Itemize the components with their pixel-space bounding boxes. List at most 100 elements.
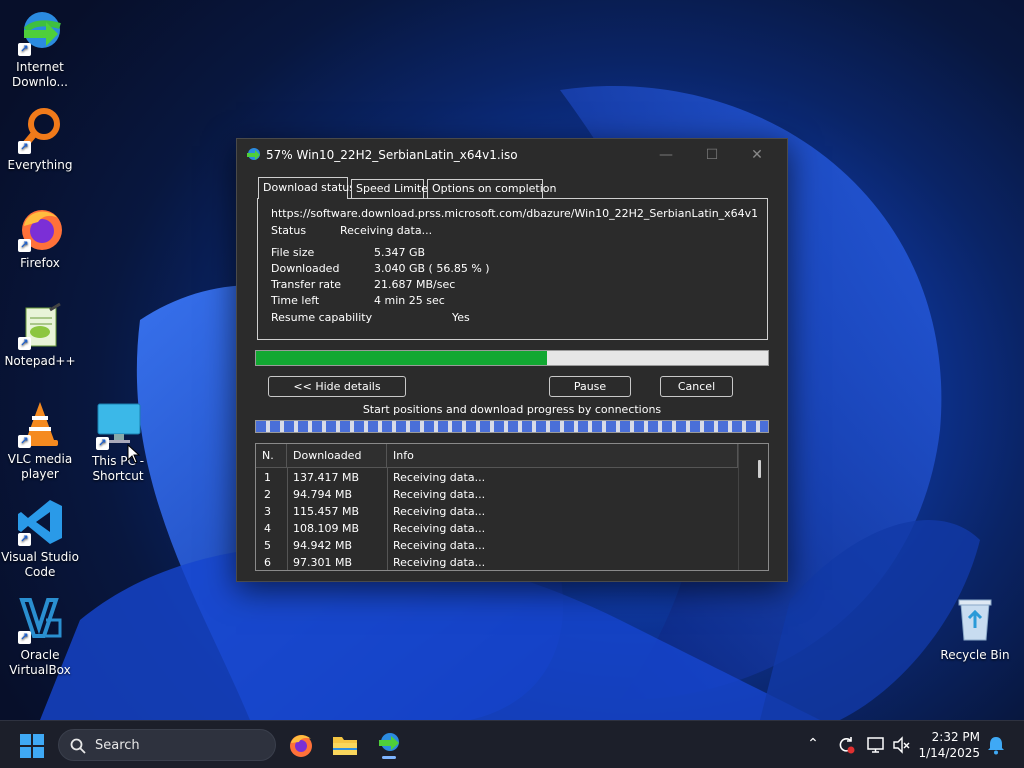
transfer-rate-label: Transfer rate bbox=[271, 278, 342, 291]
table-row-n: 5 bbox=[264, 539, 271, 552]
shortcut-arrow-icon: ↗ bbox=[18, 337, 31, 350]
connections-segment-bar bbox=[255, 420, 769, 433]
column-header-n[interactable]: N. bbox=[256, 444, 287, 468]
connections-table[interactable]: N. Downloaded Info 1 137.417 MB Receivin… bbox=[255, 443, 769, 571]
taskbar-search-box[interactable]: Search bbox=[58, 729, 276, 761]
desktop-icon-label: VLC media player bbox=[7, 452, 73, 481]
download-progress-window[interactable]: 57% Win10_22H2_SerbianLatin_x64v1.iso — … bbox=[236, 138, 788, 582]
desktop-icon-label: Visual Studio Code bbox=[1, 550, 79, 579]
status-value: Receiving data... bbox=[340, 224, 433, 237]
maximize-button[interactable]: ☐ bbox=[697, 144, 727, 166]
table-row-info: Receiving data... bbox=[393, 488, 486, 501]
table-row-downloaded: 94.942 MB bbox=[293, 539, 353, 552]
progress-fill bbox=[256, 351, 548, 365]
mouse-cursor-icon bbox=[127, 444, 141, 464]
file-size-value: 5.347 GB bbox=[374, 246, 426, 259]
desktop-icon-notepadpp[interactable]: ↗ Notepad++ bbox=[0, 302, 80, 369]
tray-sync-icon[interactable] bbox=[836, 735, 856, 755]
desktop-icon-this-pc[interactable]: ↗ This PC - Shortcut bbox=[78, 402, 158, 484]
sync-icon bbox=[839, 737, 855, 754]
desktop-icon-recycle-bin[interactable]: Recycle Bin bbox=[935, 596, 1015, 663]
desktop-icon-firefox[interactable]: ↗ Firefox bbox=[0, 204, 80, 271]
active-app-indicator bbox=[382, 756, 396, 759]
desktop-icon-idm[interactable]: ↗ Internet Downlo... bbox=[0, 8, 80, 90]
table-row-n: 1 bbox=[264, 471, 271, 484]
download-url: https://software.download.prss.microsoft… bbox=[271, 207, 757, 220]
downloaded-label: Downloaded bbox=[271, 262, 340, 275]
pause-button[interactable]: Pause bbox=[549, 376, 631, 397]
minimize-button[interactable]: — bbox=[651, 144, 681, 166]
file-size-label: File size bbox=[271, 246, 315, 259]
table-row-downloaded: 115.457 MB bbox=[293, 505, 360, 518]
tab-options-on-completion[interactable]: Options on completion bbox=[427, 179, 557, 198]
table-scrollbar[interactable] bbox=[738, 444, 768, 570]
idm-app-icon bbox=[245, 147, 261, 163]
volume-muted-icon bbox=[893, 736, 910, 754]
network-icon bbox=[867, 737, 884, 753]
recycle-bin-icon bbox=[951, 596, 999, 644]
column-divider bbox=[287, 468, 288, 570]
taskbar-idm-button[interactable] bbox=[376, 731, 402, 759]
taskbar: Search ⌃ 2:32 PM 1/14/2025 bbox=[0, 720, 1024, 768]
tab-speed-limiter[interactable]: Speed Limiter bbox=[351, 179, 433, 198]
desktop-icon-label: Notepad++ bbox=[4, 354, 76, 368]
desktop-icon-label: Oracle VirtualBox bbox=[9, 648, 71, 677]
transfer-rate-value: 21.687 MB/sec bbox=[374, 278, 456, 291]
table-row-info: Receiving data... bbox=[393, 471, 486, 484]
table-row-info: Receiving data... bbox=[393, 505, 486, 518]
table-row-n: 4 bbox=[264, 522, 271, 535]
table-row-info: Receiving data... bbox=[393, 522, 486, 535]
status-label: Status bbox=[271, 224, 307, 237]
download-status-panel: https://software.download.prss.microsoft… bbox=[257, 198, 768, 340]
magnifier-icon: ↗ bbox=[16, 106, 64, 154]
tray-clock[interactable]: 2:32 PM 1/14/2025 bbox=[918, 729, 980, 761]
desktop-icon-everything[interactable]: ↗ Everything bbox=[0, 106, 80, 173]
shortcut-arrow-icon: ↗ bbox=[18, 533, 31, 546]
chevron-up-icon: ⌃ bbox=[807, 736, 819, 752]
tray-volume-icon[interactable] bbox=[892, 735, 912, 755]
vlc-cone-icon: ↗ bbox=[16, 400, 64, 448]
window-titlebar[interactable]: 57% Win10_22H2_SerbianLatin_x64v1.iso — … bbox=[237, 139, 787, 171]
taskbar-firefox-button[interactable] bbox=[288, 732, 314, 758]
window-title: 57% Win10_22H2_SerbianLatin_x64v1.iso bbox=[266, 148, 518, 162]
notepad-plus-plus-icon: ↗ bbox=[16, 302, 64, 350]
hide-details-button[interactable]: << Hide details bbox=[268, 376, 406, 397]
connections-title: Start positions and download progress by… bbox=[362, 403, 662, 416]
desktop-icon-label: Everything bbox=[7, 158, 73, 172]
notifications-button[interactable] bbox=[987, 735, 1007, 755]
downloaded-value: 3.040 GB ( 56.85 % ) bbox=[374, 262, 490, 275]
scrollbar-thumb[interactable] bbox=[758, 460, 761, 478]
desktop-icon-vlc[interactable]: ↗ VLC media player bbox=[0, 400, 80, 482]
virtualbox-icon: ↗ bbox=[16, 596, 64, 644]
resume-capability-label: Resume capability bbox=[271, 311, 373, 324]
shortcut-arrow-icon: ↗ bbox=[18, 631, 31, 644]
resume-capability-value: Yes bbox=[452, 311, 470, 324]
shortcut-arrow-icon: ↗ bbox=[18, 141, 31, 154]
desktop-icon-label: Firefox bbox=[20, 256, 60, 270]
taskbar-file-explorer-button[interactable] bbox=[332, 733, 358, 757]
search-icon bbox=[70, 738, 86, 754]
column-header-downloaded[interactable]: Downloaded bbox=[287, 444, 387, 468]
desktop-icon-vscode[interactable]: ↗ Visual Studio Code bbox=[0, 498, 80, 580]
table-row-downloaded: 108.109 MB bbox=[293, 522, 360, 535]
table-row-downloaded: 97.301 MB bbox=[293, 556, 353, 569]
vscode-icon: ↗ bbox=[16, 498, 64, 546]
table-row-info: Receiving data... bbox=[393, 539, 486, 552]
tab-download-status[interactable]: Download status bbox=[258, 177, 355, 199]
table-row-downloaded: 137.417 MB bbox=[293, 471, 360, 484]
table-row-n: 6 bbox=[264, 556, 271, 569]
search-placeholder: Search bbox=[95, 738, 140, 753]
start-button[interactable] bbox=[20, 734, 44, 758]
download-progress-bar bbox=[255, 350, 769, 366]
idm-icon: ↗ bbox=[16, 8, 64, 56]
shortcut-arrow-icon: ↗ bbox=[18, 239, 31, 252]
tray-network-icon[interactable] bbox=[866, 735, 886, 755]
show-hidden-icons-button[interactable]: ⌃ bbox=[804, 736, 822, 754]
table-header: N. Downloaded Info bbox=[256, 444, 738, 468]
close-button[interactable]: ✕ bbox=[742, 144, 772, 166]
column-header-info[interactable]: Info bbox=[387, 444, 738, 468]
monitor-icon: ↗ bbox=[94, 402, 142, 450]
desktop-icon-virtualbox[interactable]: ↗ Oracle VirtualBox bbox=[0, 596, 80, 678]
cancel-button[interactable]: Cancel bbox=[660, 376, 733, 397]
clock-time: 2:32 PM bbox=[931, 730, 980, 744]
